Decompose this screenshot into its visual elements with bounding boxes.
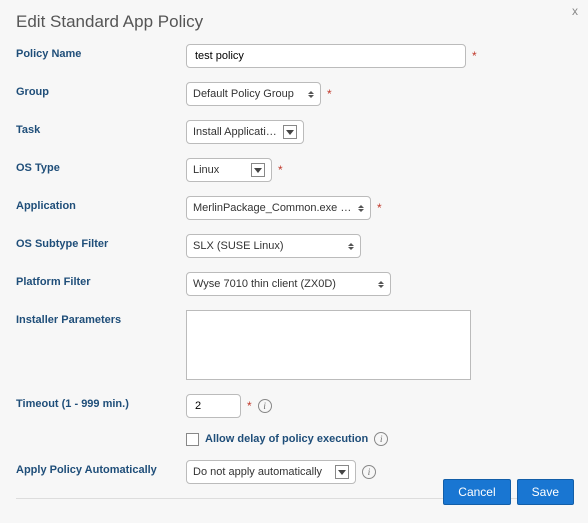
label-platform-filter: Platform Filter <box>16 272 186 288</box>
label-os-subtype: OS Subtype Filter <box>16 234 186 250</box>
group-select-value: Default Policy Group <box>193 88 294 100</box>
os-type-select[interactable]: Linux <box>186 158 272 182</box>
label-application: Application <box>16 196 186 212</box>
chevron-updown-icon <box>348 243 354 250</box>
label-apply-auto: Apply Policy Automatically <box>16 460 186 476</box>
info-icon[interactable]: i <box>362 465 376 479</box>
os-subtype-value: SLX (SUSE Linux) <box>193 240 283 252</box>
group-select[interactable]: Default Policy Group <box>186 82 321 106</box>
chevron-down-icon <box>251 163 265 177</box>
allow-delay-checkbox[interactable] <box>186 433 199 446</box>
timeout-input[interactable] <box>186 394 241 418</box>
chevron-down-icon <box>335 465 349 479</box>
required-marker: * <box>327 87 332 101</box>
required-marker: * <box>247 399 252 413</box>
label-group: Group <box>16 82 186 98</box>
os-type-value: Linux <box>193 164 219 176</box>
platform-filter-value: Wyse 7010 thin client (ZX0D) <box>193 278 336 290</box>
chevron-updown-icon <box>358 205 364 212</box>
policy-name-input[interactable] <box>186 44 466 68</box>
os-subtype-select[interactable]: SLX (SUSE Linux) <box>186 234 361 258</box>
label-installer-params: Installer Parameters <box>16 310 186 326</box>
application-select[interactable]: MerlinPackage_Common.exe (Loc <box>186 196 371 220</box>
platform-filter-select[interactable]: Wyse 7010 thin client (ZX0D) <box>186 272 391 296</box>
application-value: MerlinPackage_Common.exe (Loc <box>193 202 352 214</box>
dialog-body: x Edit Standard App Policy Policy Name *… <box>0 0 588 523</box>
label-policy-name: Policy Name <box>16 44 186 60</box>
dialog-footer: Cancel Save <box>443 479 574 505</box>
allow-delay-label: Allow delay of policy execution <box>205 433 368 445</box>
apply-auto-select[interactable]: Do not apply automatically <box>186 460 356 484</box>
installer-params-textarea[interactable] <box>186 310 471 380</box>
chevron-updown-icon <box>378 281 384 288</box>
label-os-type: OS Type <box>16 158 186 174</box>
required-marker: * <box>472 49 477 63</box>
apply-auto-value: Do not apply automatically <box>193 466 322 478</box>
close-icon[interactable]: x <box>572 4 578 18</box>
chevron-updown-icon <box>308 91 314 98</box>
required-marker: * <box>278 163 283 177</box>
label-timeout: Timeout (1 - 999 min.) <box>16 394 186 410</box>
required-marker: * <box>377 201 382 215</box>
info-icon[interactable]: i <box>258 399 272 413</box>
task-select-value: Install Application <box>193 126 277 138</box>
save-button[interactable]: Save <box>517 479 574 505</box>
label-task: Task <box>16 120 186 136</box>
info-icon[interactable]: i <box>374 432 388 446</box>
cancel-button[interactable]: Cancel <box>443 479 510 505</box>
chevron-down-icon <box>283 125 297 139</box>
task-select[interactable]: Install Application <box>186 120 304 144</box>
dialog-title: Edit Standard App Policy <box>16 12 572 32</box>
